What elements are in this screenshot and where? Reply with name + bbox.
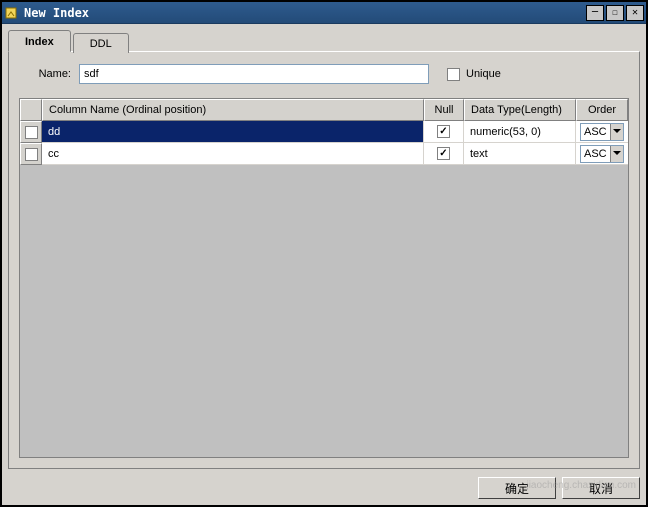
chevron-down-icon (610, 146, 623, 162)
chevron-down-icon (610, 124, 623, 140)
row-checkbox[interactable] (25, 148, 38, 161)
content-area: Index DDL Name: Unique Column Name (Ordi… (2, 24, 646, 505)
cancel-button[interactable]: 取消 (562, 477, 640, 499)
window-buttons: ─ ☐ ✕ (584, 5, 644, 21)
order-select[interactable]: ASC (580, 145, 624, 163)
tab-ddl[interactable]: DDL (73, 33, 129, 53)
name-row: Name: Unique (19, 64, 629, 84)
columns-table: Column Name (Ordinal position) Null Data… (19, 98, 629, 458)
tab-index[interactable]: Index (8, 30, 71, 52)
row-column-name[interactable]: dd (42, 121, 424, 143)
minimize-button[interactable]: ─ (586, 5, 604, 21)
footer-buttons: 确定 取消 (8, 469, 640, 499)
row-data-type: text (464, 143, 576, 165)
row-null-checkbox[interactable] (437, 147, 450, 160)
row-order-cell: ASC (576, 143, 628, 165)
row-null-cell (424, 143, 464, 165)
unique-checkbox[interactable] (447, 68, 460, 81)
order-select[interactable]: ASC (580, 123, 624, 141)
table-row[interactable]: dd numeric(53, 0) ASC (20, 121, 628, 143)
maximize-button[interactable]: ☐ (606, 5, 624, 21)
table-header: Column Name (Ordinal position) Null Data… (20, 99, 628, 121)
name-label: Name: (19, 68, 71, 80)
header-order[interactable]: Order (576, 99, 628, 121)
row-order-cell: ASC (576, 121, 628, 143)
row-checkbox-cell (20, 143, 42, 165)
app-icon (4, 5, 20, 21)
close-button[interactable]: ✕ (626, 5, 644, 21)
table-row[interactable]: cc text ASC (20, 143, 628, 165)
order-value: ASC (581, 148, 610, 160)
name-input[interactable] (79, 64, 429, 84)
row-null-cell (424, 121, 464, 143)
table-body: dd numeric(53, 0) ASC cc text ASC (20, 121, 628, 457)
ok-button[interactable]: 确定 (478, 477, 556, 499)
tab-content: Name: Unique Column Name (Ordinal positi… (8, 51, 640, 469)
header-null[interactable]: Null (424, 99, 464, 121)
header-data-type[interactable]: Data Type(Length) (464, 99, 576, 121)
title-bar: New Index ─ ☐ ✕ (2, 2, 646, 24)
order-value: ASC (581, 126, 610, 138)
window-title: New Index (24, 6, 584, 20)
row-checkbox-cell (20, 121, 42, 143)
row-checkbox[interactable] (25, 126, 38, 139)
header-column-name[interactable]: Column Name (Ordinal position) (42, 99, 424, 121)
tab-strip: Index DDL (8, 30, 640, 52)
row-column-name[interactable]: cc (42, 143, 424, 165)
header-checkbox-col (20, 99, 42, 121)
unique-label: Unique (466, 68, 501, 80)
row-data-type: numeric(53, 0) (464, 121, 576, 143)
unique-wrap: Unique (447, 68, 501, 81)
row-null-checkbox[interactable] (437, 125, 450, 138)
